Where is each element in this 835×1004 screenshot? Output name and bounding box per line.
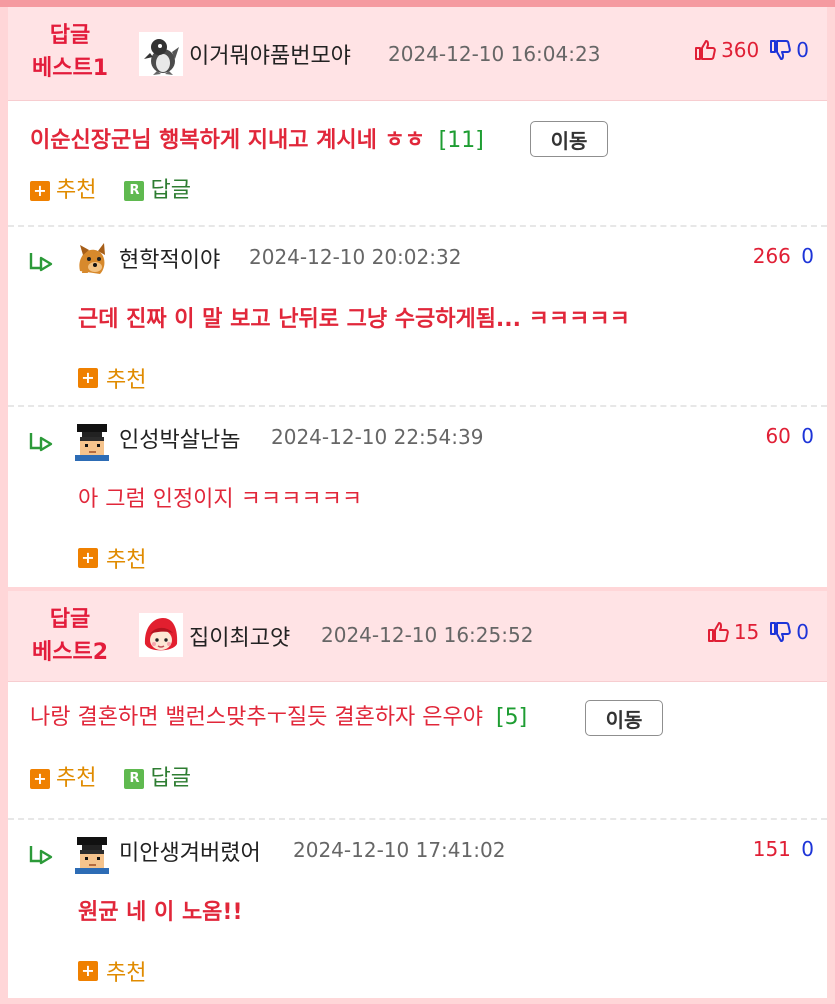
best-comment-2: 답글 베스트2 집이최고얏 2024-12-10 16:25:52 15 0 나… bbox=[8, 591, 827, 998]
reply-item: 인성박살난놈 2024-12-10 22:54:39 60 0 아 그럼 인정이… bbox=[8, 405, 827, 587]
reply-downvote-count: 0 bbox=[801, 244, 814, 268]
move-button[interactable]: 이동 bbox=[530, 121, 608, 157]
reply-vote-counts: 266 0 bbox=[753, 244, 814, 268]
upvote-count: 360 bbox=[721, 38, 760, 62]
best-tag-line1: 답글 bbox=[49, 607, 91, 632]
reply-downvote-count: 0 bbox=[801, 837, 814, 861]
reply-upvote-count: 60 bbox=[765, 424, 791, 448]
best-comment-2-body: 나랑 결혼하면 밸런스맞추ㅜ질듯 결혼하자 은우야 [5] 이동 + 추천 R … bbox=[8, 682, 827, 818]
upvote-count: 15 bbox=[733, 620, 760, 644]
reply-arrow-icon bbox=[29, 433, 53, 452]
red-hood-avatar-icon[interactable] bbox=[139, 613, 183, 657]
reply-upvote-count: 266 bbox=[752, 244, 791, 268]
reply-recommend-label: 추천 bbox=[106, 548, 147, 573]
comment-message: 이순신장군님 행복하게 지내고 계시네 ㅎㅎ bbox=[30, 128, 425, 153]
plus-icon: + bbox=[78, 961, 98, 981]
comment-timestamp: 2024-12-10 16:25:52 bbox=[321, 623, 534, 647]
vote-counts: 360 0 bbox=[693, 38, 809, 62]
recommend-button[interactable]: + 추천 bbox=[30, 766, 96, 792]
reply-label: 답글 bbox=[150, 178, 191, 203]
reply-text: 근데 진짜 이 말 보고 난뒤로 그냥 수긍하게됨... ㅋㅋㅋㅋㅋ bbox=[78, 307, 630, 332]
reply-item: 현학적이야 2024-12-10 20:02:32 266 0 근데 진짜 이 … bbox=[8, 225, 827, 405]
reply-button[interactable]: R 답글 bbox=[124, 178, 191, 204]
comment-text: 이순신장군님 행복하게 지내고 계시네 ㅎㅎ [11] bbox=[30, 123, 484, 159]
best-comment-1-header: 답글 베스트1 이거뭐야품번모야 2024-12-10 16:04:23 360… bbox=[8, 7, 827, 101]
reply-arrow-icon bbox=[29, 846, 53, 865]
reply-r-icon: R bbox=[124, 769, 145, 789]
best-comment-1: 답글 베스트1 이거뭐야품번모야 2024-12-10 16:04:23 360… bbox=[8, 7, 827, 587]
comment-actions: + 추천 R 답글 bbox=[30, 766, 191, 792]
reply-upvote-count: 151 bbox=[752, 837, 791, 861]
comment-actions: + 추천 R 답글 bbox=[30, 178, 191, 204]
penguin-avatar-icon[interactable] bbox=[139, 32, 183, 76]
author-nickname[interactable]: 이거뭐야품번모야 bbox=[189, 38, 351, 70]
reply-recommend-button[interactable]: + 추천 bbox=[78, 362, 146, 394]
reply-label: 답글 bbox=[150, 766, 191, 791]
downvote-count: 0 bbox=[796, 620, 809, 644]
graduate-avatar-icon[interactable] bbox=[70, 830, 114, 874]
reply-recommend-button[interactable]: + 추천 bbox=[78, 955, 146, 987]
move-button[interactable]: 이동 bbox=[585, 700, 663, 736]
reply-arrow-icon bbox=[29, 253, 53, 272]
plus-icon: + bbox=[78, 368, 98, 388]
thumb-up-icon[interactable] bbox=[706, 620, 730, 644]
comment-timestamp: 2024-12-10 16:04:23 bbox=[388, 42, 601, 66]
comment-message: 나랑 결혼하면 밸런스맞추ㅜ질듯 결혼하자 은우야 bbox=[30, 705, 484, 730]
recommend-button[interactable]: + 추천 bbox=[30, 178, 96, 204]
reply-vote-counts: 151 0 bbox=[753, 837, 814, 861]
reply-recommend-button[interactable]: + 추천 bbox=[78, 542, 146, 574]
reply-count: [5] bbox=[496, 705, 528, 730]
best-tag-line1: 답글 bbox=[49, 23, 91, 48]
comment-text: 나랑 결혼하면 밸런스맞추ㅜ질듯 결혼하자 은우야 [5] bbox=[30, 700, 527, 736]
reply-downvote-count: 0 bbox=[801, 424, 814, 448]
top-strip bbox=[0, 0, 835, 7]
reply-recommend-label: 추천 bbox=[106, 961, 147, 986]
reply-count: [11] bbox=[438, 128, 484, 153]
author-nickname[interactable]: 집이최고얏 bbox=[189, 620, 290, 652]
downvote-count: 0 bbox=[796, 38, 809, 62]
reply-timestamp: 2024-12-10 20:02:32 bbox=[249, 245, 462, 269]
reply-recommend-label: 추천 bbox=[106, 368, 147, 393]
comments-page: 답글 베스트1 이거뭐야품번모야 2024-12-10 16:04:23 360… bbox=[0, 0, 835, 1004]
reply-author-nickname[interactable]: 미안생겨버렸어 bbox=[119, 835, 261, 867]
vote-counts: 15 0 bbox=[706, 620, 809, 644]
dog-avatar-icon[interactable] bbox=[70, 237, 114, 281]
graduate-avatar-icon[interactable] bbox=[70, 417, 114, 461]
reply-text: 원균 네 이 노옴!! bbox=[78, 900, 243, 925]
reply-text: 아 그럼 인정이지 ㅋㅋㅋㅋㅋㅋ bbox=[78, 487, 363, 512]
reply-r-icon: R bbox=[124, 181, 145, 201]
best-tag: 답글 베스트2 bbox=[21, 603, 119, 669]
reply-button[interactable]: R 답글 bbox=[124, 766, 191, 792]
best-tag: 답글 베스트1 bbox=[21, 19, 119, 85]
thumb-down-icon[interactable] bbox=[768, 620, 792, 644]
plus-icon: + bbox=[30, 769, 50, 789]
best-comment-1-body: 이순신장군님 행복하게 지내고 계시네 ㅎㅎ [11] 이동 + 추천 R 답글 bbox=[8, 101, 827, 225]
reply-vote-counts: 60 0 bbox=[765, 424, 814, 448]
best-tag-line2: 베스트2 bbox=[31, 640, 109, 665]
reply-author-nickname[interactable]: 인성박살난놈 bbox=[119, 422, 240, 454]
plus-icon: + bbox=[30, 181, 50, 201]
plus-icon: + bbox=[78, 548, 98, 568]
thumb-down-icon[interactable] bbox=[768, 38, 792, 62]
reply-timestamp: 2024-12-10 17:41:02 bbox=[293, 838, 506, 862]
best-comment-2-header: 답글 베스트2 집이최고얏 2024-12-10 16:25:52 15 0 bbox=[8, 591, 827, 682]
recommend-label: 추천 bbox=[56, 178, 97, 203]
reply-author-nickname[interactable]: 현학적이야 bbox=[119, 242, 220, 274]
thumb-up-icon[interactable] bbox=[693, 38, 717, 62]
reply-item: 미안생겨버렸어 2024-12-10 17:41:02 151 0 원균 네 이… bbox=[8, 818, 827, 998]
reply-timestamp: 2024-12-10 22:54:39 bbox=[271, 425, 484, 449]
best-tag-line2: 베스트1 bbox=[31, 56, 109, 81]
recommend-label: 추천 bbox=[56, 766, 97, 791]
